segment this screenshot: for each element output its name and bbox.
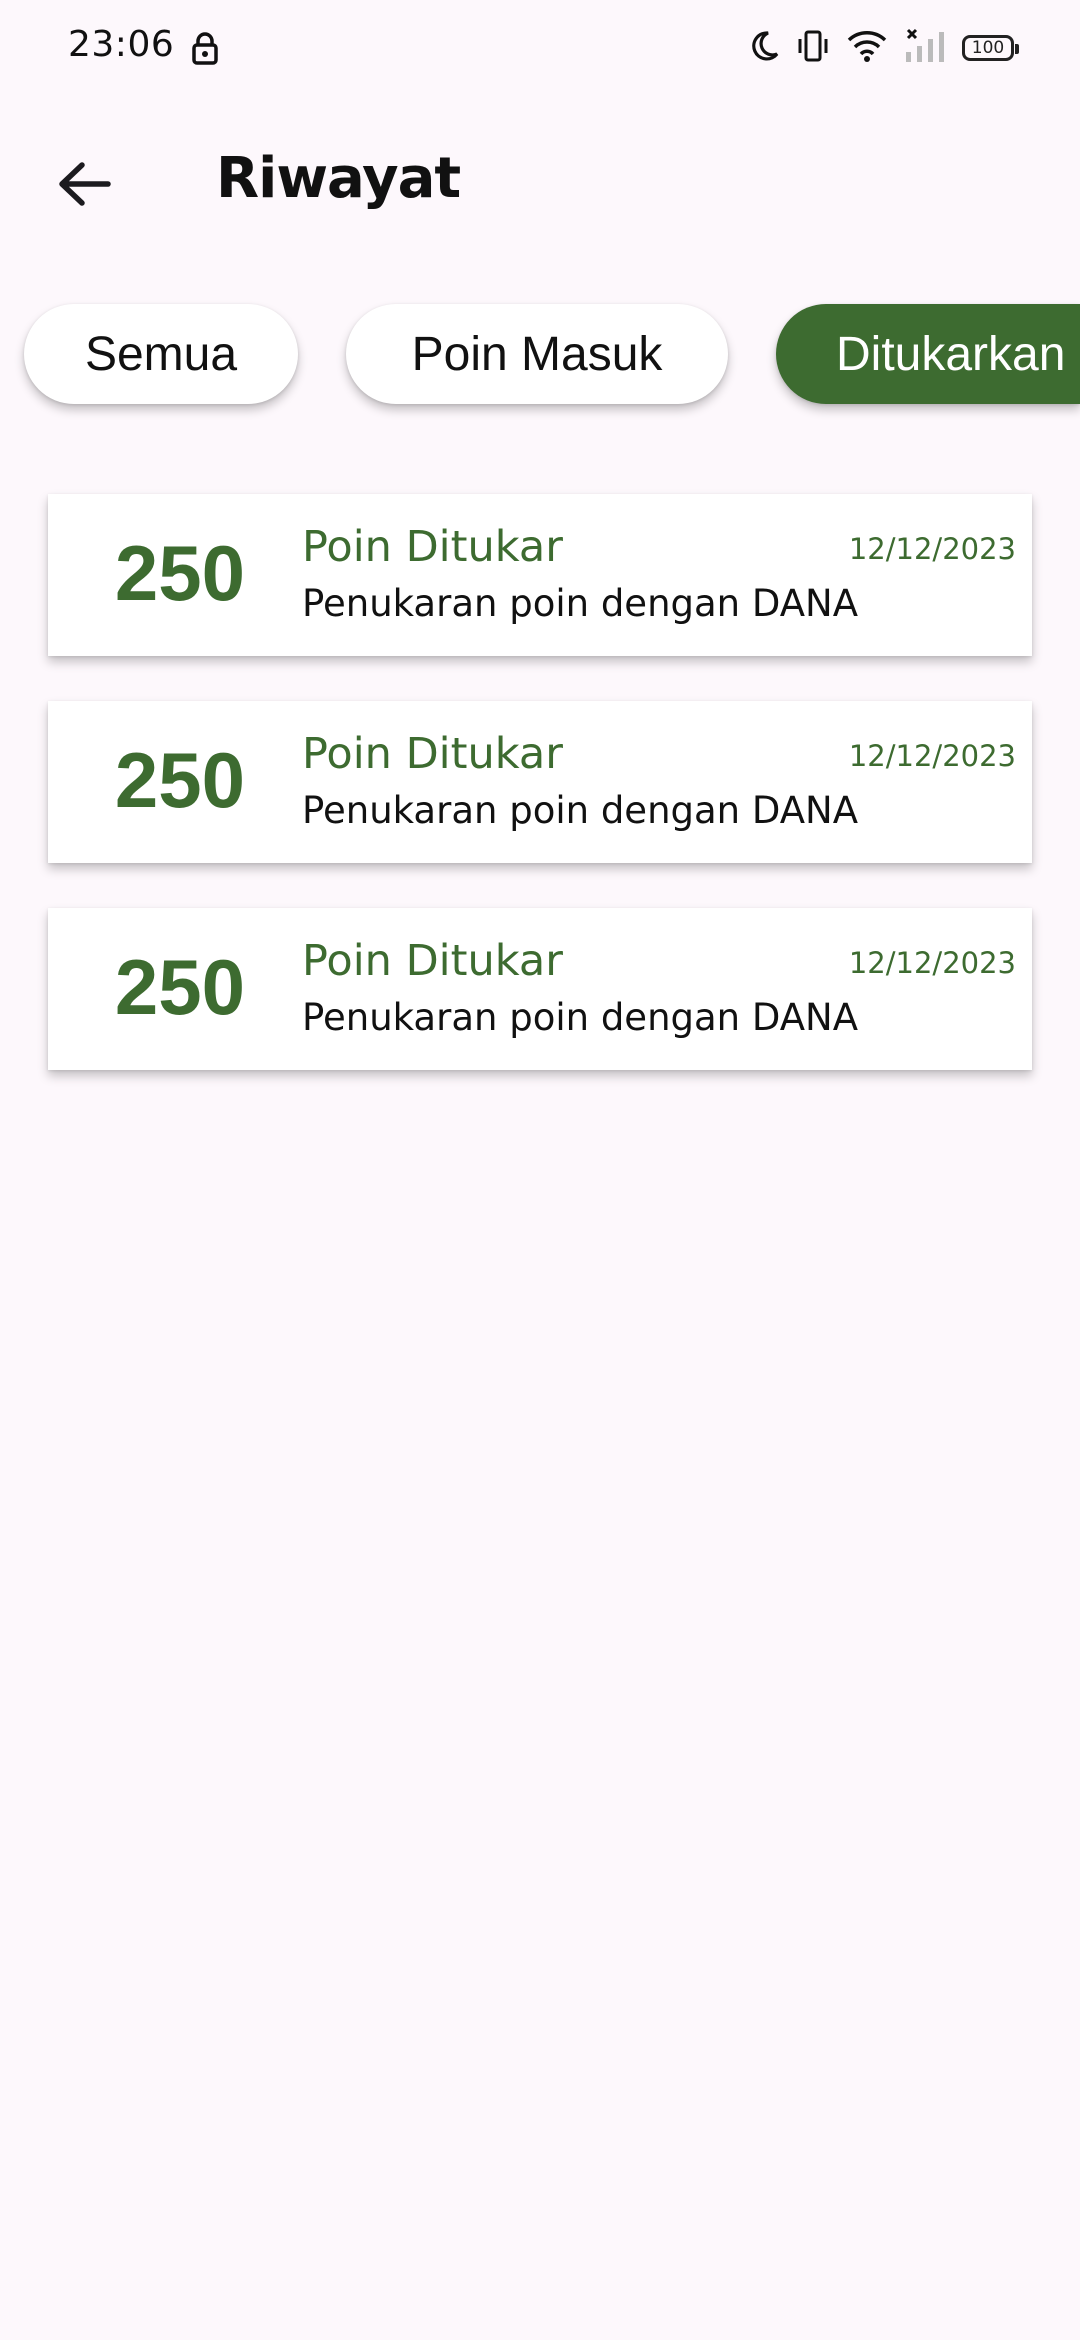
battery-icon: 100 (962, 35, 1019, 61)
status-bar: 23:06 100 (0, 0, 1080, 96)
points-value: 250 (114, 529, 246, 617)
history-title: Poin Ditukar (302, 729, 563, 779)
history-description: Penukaran poin dengan DANA (302, 789, 859, 832)
history-date: 12/12/2023 (848, 946, 1016, 980)
filter-chip-poin-masuk[interactable]: Poin Masuk (346, 304, 728, 404)
history-card[interactable]: 250 Poin Ditukar 12/12/2023 Penukaran po… (48, 494, 1032, 656)
battery-level: 100 (971, 38, 1005, 58)
moon-icon (750, 30, 780, 66)
back-button[interactable] (42, 146, 126, 222)
wifi-icon (846, 29, 888, 67)
history-description: Penukaran poin dengan DANA (302, 996, 859, 1039)
history-date: 12/12/2023 (848, 532, 1016, 566)
history-date: 12/12/2023 (848, 739, 1016, 773)
status-time: 23:06 (68, 24, 175, 65)
points-value: 250 (114, 736, 246, 824)
status-icons: 100 (750, 26, 1019, 70)
app-bar: Riwayat (0, 120, 1080, 240)
history-card[interactable]: 250 Poin Ditukar 12/12/2023 Penukaran po… (48, 701, 1032, 863)
history-description: Penukaran poin dengan DANA (302, 582, 859, 625)
history-card[interactable]: 250 Poin Ditukar 12/12/2023 Penukaran po… (48, 908, 1032, 1070)
filter-chip-semua[interactable]: Semua (24, 304, 298, 404)
history-title: Poin Ditukar (302, 936, 563, 986)
filter-chip-ditukarkan[interactable]: Ditukarkan (776, 304, 1080, 404)
page-title: Riwayat (216, 146, 461, 211)
lock-icon (190, 31, 220, 69)
points-value: 250 (114, 943, 246, 1031)
arrow-left-icon (59, 162, 111, 206)
signal-off-icon (904, 28, 946, 68)
vibrate-icon (796, 29, 830, 67)
history-title: Poin Ditukar (302, 522, 563, 572)
